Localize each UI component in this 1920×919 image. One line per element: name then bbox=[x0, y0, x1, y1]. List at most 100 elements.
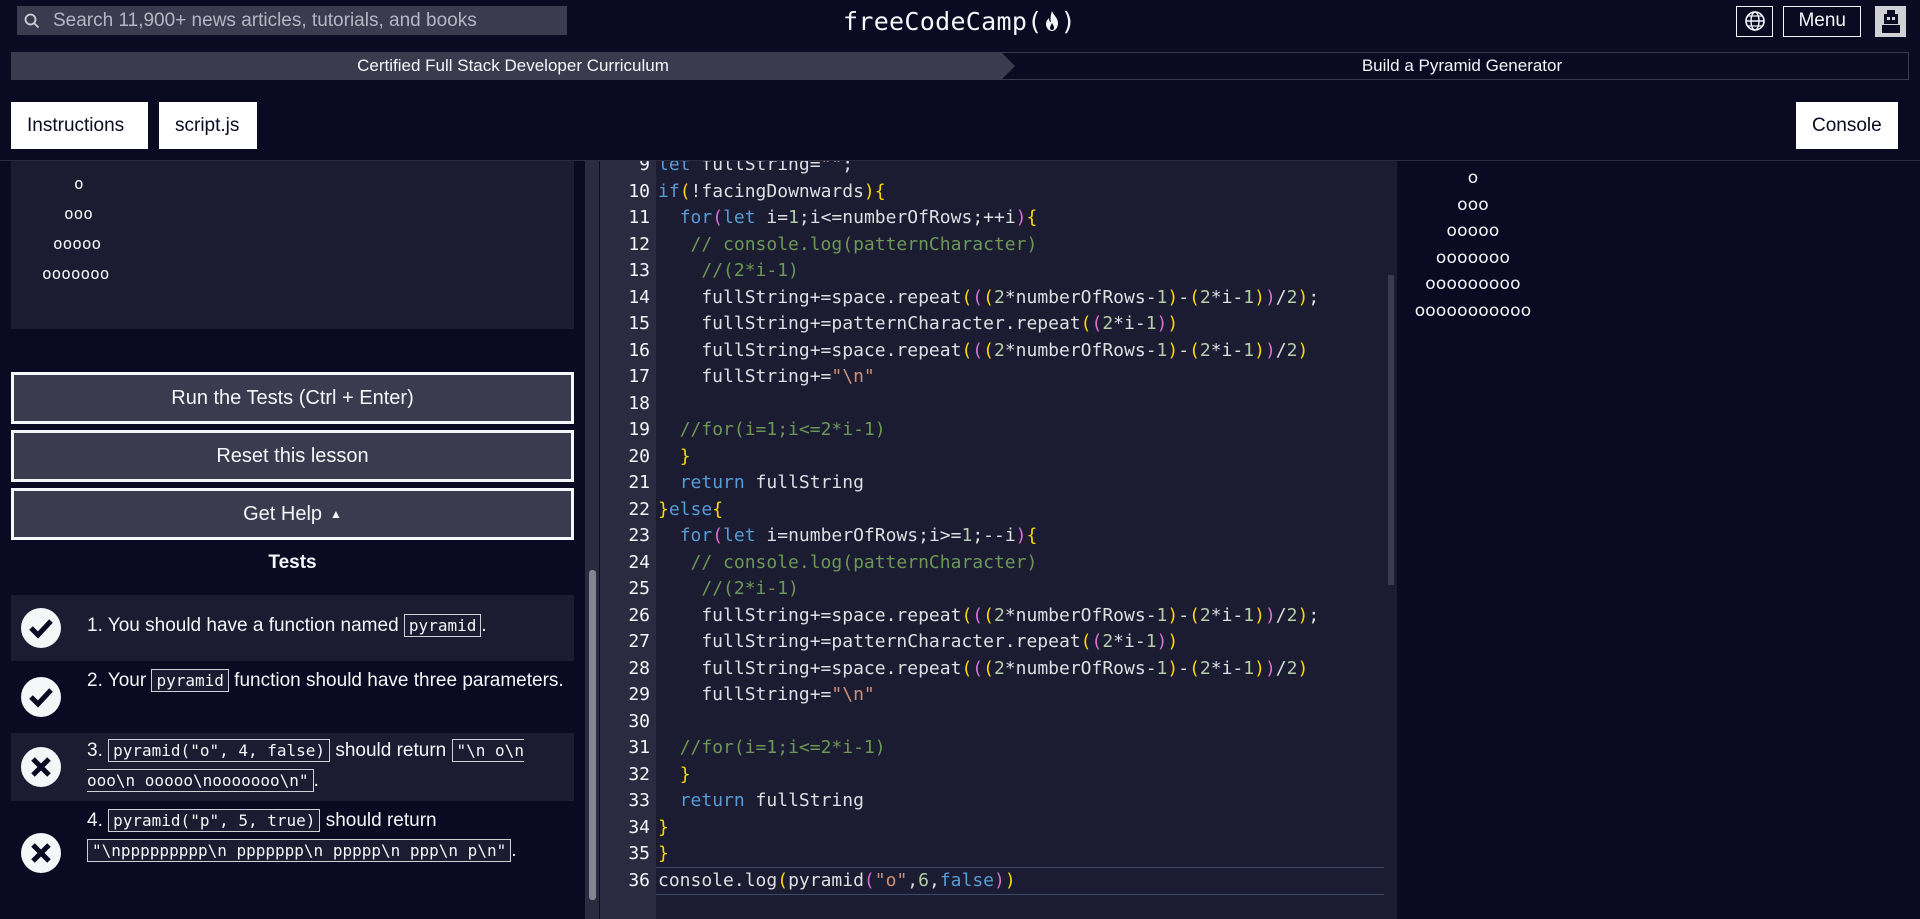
language-button[interactable] bbox=[1736, 5, 1774, 37]
code-text: fullString+=patternCharacter.repeat((2*i… bbox=[658, 631, 1179, 652]
code-text: return fullString bbox=[679, 472, 864, 493]
tab-console[interactable]: Console bbox=[1796, 102, 1898, 149]
breadcrumb-curriculum[interactable]: Certified Full Stack Developer Curriculu… bbox=[11, 52, 1015, 80]
code-line[interactable] bbox=[656, 391, 1384, 418]
tests-heading: Tests bbox=[268, 552, 317, 573]
breadcrumb-lesson[interactable]: Build a Pyramid Generator bbox=[1001, 52, 1909, 80]
code-line[interactable]: fullString+=space.repeat(((2*numberOfRow… bbox=[656, 338, 1384, 365]
code-line[interactable]: //for(i=1;i<=2*i-1) bbox=[656, 735, 1384, 762]
tab-instructions[interactable]: Instructions bbox=[11, 102, 148, 149]
code-line[interactable]: console.log(pyramid("o",6,false)) bbox=[656, 866, 1384, 895]
code-line[interactable]: //(2*i-1) bbox=[656, 258, 1384, 285]
code-text: //for(i=1;i<=2*i-1) bbox=[679, 419, 886, 440]
line-number: 20 bbox=[628, 445, 650, 467]
code-text: }else{ bbox=[658, 498, 724, 520]
breadcrumb: Certified Full Stack Developer Curriculu… bbox=[11, 52, 1909, 80]
line-number: 27 bbox=[628, 631, 650, 652]
get-help-label: Get Help bbox=[243, 502, 323, 525]
pass-icon bbox=[11, 595, 71, 661]
line-number: 25 bbox=[628, 578, 650, 599]
code-text: for(let i=1;i<=numberOfRows;++i){ bbox=[679, 207, 1038, 228]
console-line: o bbox=[1467, 168, 1479, 188]
code-line[interactable]: fullString+=patternCharacter.repeat((2*i… bbox=[656, 311, 1384, 338]
code-text: return fullString bbox=[679, 790, 864, 811]
editor-scrollbar-thumb[interactable] bbox=[1388, 275, 1394, 585]
code-line[interactable]: for(let i=numberOfRows;i>=1;--i){ bbox=[656, 523, 1384, 550]
code-area[interactable]: let fullString=""; if(!facingDownwards){ … bbox=[656, 161, 1384, 919]
test-description: 4. pyramid("p", 5, true) should return "… bbox=[87, 809, 517, 862]
code-text: //(2*i-1) bbox=[701, 260, 799, 281]
code-text: } bbox=[658, 843, 669, 864]
code-snippet: "\nppppppppp\n ppppppp\n ppppp\n ppp\n p… bbox=[87, 839, 512, 862]
code-text: fullString+=space.repeat(((2*numberOfRow… bbox=[658, 657, 1309, 679]
code-line[interactable]: fullString+=space.repeat(((2*numberOfRow… bbox=[656, 285, 1384, 312]
line-number-gutter: 9 10 11 12 13 14 15 16 17 18 19 20 21 22 23 24 25 26 27 28 2… bbox=[600, 161, 656, 919]
code-line[interactable]: let fullString=""; bbox=[656, 161, 1384, 179]
line-number: 13 bbox=[628, 260, 650, 281]
line-number: 26 bbox=[628, 604, 650, 626]
test-item: 4. pyramid("p", 5, true) should return "… bbox=[11, 803, 574, 903]
example-line: o bbox=[74, 174, 84, 193]
run-tests-button[interactable]: Run the Tests (Ctrl + Enter) bbox=[11, 372, 574, 424]
code-text: fullString+=space.repeat(((2*numberOfRow… bbox=[658, 604, 1320, 626]
code-text: fullString+=patternCharacter.repeat((2*i… bbox=[658, 313, 1179, 334]
console-output-lines: o ooo ooooo ooooooo ooooooooo ooooooooooo bbox=[1398, 165, 1548, 325]
code-line[interactable]: return fullString bbox=[656, 788, 1384, 815]
test-description: 1. You should have a function named pyra… bbox=[87, 614, 487, 637]
code-line[interactable]: return fullString bbox=[656, 470, 1384, 497]
code-editor[interactable]: 9 10 11 12 13 14 15 16 17 18 19 20 21 22 23 24 25 26 27 28 2… bbox=[600, 161, 1397, 919]
search-bar[interactable] bbox=[17, 6, 567, 35]
code-line[interactable]: fullString+=space.repeat(((2*numberOfRow… bbox=[656, 603, 1384, 630]
console-line: ooooooo bbox=[1435, 247, 1511, 268]
code-line[interactable]: } bbox=[656, 841, 1384, 868]
code-text: // console.log(patternCharacter) bbox=[690, 551, 1038, 573]
code-line[interactable]: fullString+="\n" bbox=[656, 364, 1384, 391]
code-line[interactable]: }else{ bbox=[656, 497, 1384, 524]
code-line[interactable]: for(let i=1;i<=numberOfRows;++i){ bbox=[656, 205, 1384, 232]
brand-text-left: freeCodeCamp( bbox=[843, 6, 1043, 36]
example-line: ooo bbox=[64, 204, 93, 223]
menu-button[interactable]: Menu bbox=[1783, 5, 1861, 37]
code-line[interactable]: //(2*i-1) bbox=[656, 576, 1384, 603]
code-line[interactable]: } bbox=[656, 444, 1384, 471]
nav-right: Menu bbox=[1736, 5, 1920, 37]
code-line[interactable] bbox=[656, 709, 1384, 736]
code-line[interactable]: // console.log(patternCharacter) bbox=[656, 232, 1384, 259]
line-number: 22 bbox=[628, 498, 650, 520]
avatar[interactable] bbox=[1875, 5, 1906, 37]
code-line[interactable]: fullString+=patternCharacter.repeat((2*i… bbox=[656, 629, 1384, 656]
code-line[interactable]: } bbox=[656, 815, 1384, 842]
code-line[interactable]: //for(i=1;i<=2*i-1) bbox=[656, 417, 1384, 444]
code-text: fullString+=space.repeat(((2*numberOfRow… bbox=[658, 339, 1309, 361]
reset-lesson-button[interactable]: Reset this lesson bbox=[11, 430, 574, 482]
left-scrollbar-thumb[interactable] bbox=[589, 570, 596, 900]
console-line: ooooo bbox=[1446, 221, 1500, 242]
console-line: ooooooooooo bbox=[1414, 300, 1532, 321]
code-line[interactable]: } bbox=[656, 762, 1384, 789]
search-icon bbox=[17, 6, 47, 35]
fail-icon bbox=[11, 733, 71, 801]
code-snippet: pyramid("o", 4, false) bbox=[108, 739, 331, 762]
search-input[interactable] bbox=[47, 6, 567, 35]
code-text: fullString+="\n" bbox=[658, 684, 875, 705]
code-text: if(!facingDownwards){ bbox=[658, 180, 886, 202]
line-number: 16 bbox=[628, 339, 650, 361]
line-number: 17 bbox=[628, 366, 650, 387]
code-line[interactable]: if(!facingDownwards){ bbox=[656, 179, 1384, 206]
code-snippet: pyramid("p", 5, true) bbox=[108, 809, 321, 832]
code-line[interactable]: fullString+=space.repeat(((2*numberOfRow… bbox=[656, 656, 1384, 683]
line-number: 18 bbox=[628, 392, 650, 414]
example-line: ooooooo bbox=[42, 264, 110, 283]
code-line[interactable]: fullString+="\n" bbox=[656, 682, 1384, 709]
code-text: } bbox=[679, 763, 691, 785]
code-text: //for(i=1;i<=2*i-1) bbox=[679, 737, 886, 758]
editor-toolbar: Instructions script.js Console bbox=[0, 90, 1920, 160]
code-line[interactable]: // console.log(patternCharacter) bbox=[656, 550, 1384, 577]
get-help-button[interactable]: Get Help ▲ bbox=[11, 488, 574, 540]
tab-script-js[interactable]: script.js bbox=[159, 102, 257, 149]
code-text: for(let i=numberOfRows;i>=1;--i){ bbox=[679, 525, 1038, 546]
line-number: 15 bbox=[628, 313, 650, 334]
fail-icon bbox=[11, 803, 71, 903]
code-text: } bbox=[679, 445, 691, 467]
brand-logo[interactable]: freeCodeCamp( ) bbox=[843, 5, 1076, 37]
